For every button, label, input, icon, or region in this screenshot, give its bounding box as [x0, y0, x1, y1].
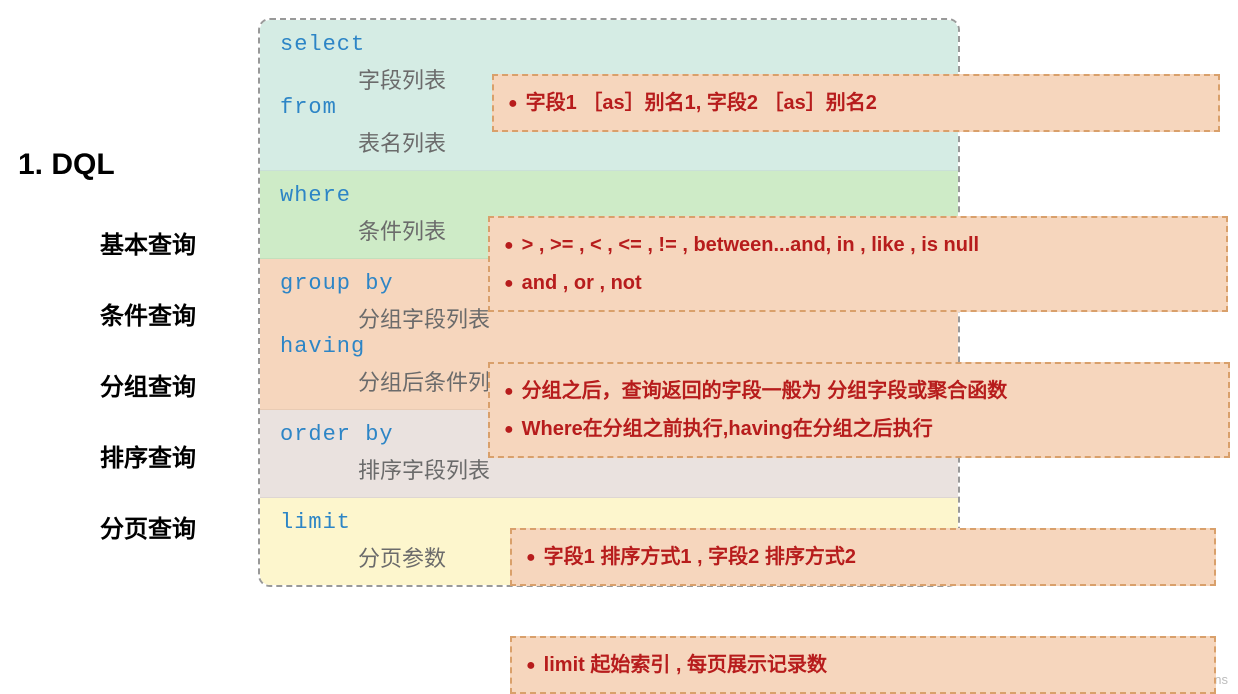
subtopic-list: 基本查询 条件查询 分组查询 排序查询 分页查询 — [100, 225, 196, 544]
callout-line: > , >= , < , <= , != , between...and, in… — [504, 226, 1212, 264]
callout-line: 分组之后，查询返回的字段一般为 分组字段或聚合函数 — [504, 372, 1214, 410]
subtopic-item: 基本查询 — [100, 225, 196, 260]
subtopic-item: 排序查询 — [100, 438, 196, 473]
callout-line: limit 起始索引 , 每页展示记录数 — [526, 646, 1200, 684]
subtopic-item: 分组查询 — [100, 367, 196, 402]
section-heading: 1. DQL — [18, 148, 115, 182]
callout-where: > , >= , < , <= , != , between...and, in… — [488, 216, 1228, 312]
keyword-where: where — [280, 183, 942, 208]
callout-groupby: 分组之后，查询返回的字段一般为 分组字段或聚合函数 Where在分组之前执行,h… — [488, 362, 1230, 458]
keyword-having: having — [280, 334, 942, 359]
subtopic-item: 条件查询 — [100, 296, 196, 331]
callout-line: and , or , not — [504, 264, 1212, 302]
callout-select: 字段1 ［as］别名1, 字段2 ［as］别名2 — [492, 74, 1220, 132]
callout-limit: limit 起始索引 , 每页展示记录数 — [510, 636, 1216, 694]
subtopic-item: 分页查询 — [100, 509, 196, 544]
callout-orderby: 字段1 排序方式1 , 字段2 排序方式2 — [510, 528, 1216, 586]
callout-line: Where在分组之前执行,having在分组之后执行 — [504, 410, 1214, 448]
callout-line: 字段1 ［as］别名1, 字段2 ［as］别名2 — [508, 84, 1204, 122]
callout-line: 字段1 排序方式1 , 字段2 排序方式2 — [526, 538, 1200, 576]
keyword-select: select — [280, 32, 942, 57]
